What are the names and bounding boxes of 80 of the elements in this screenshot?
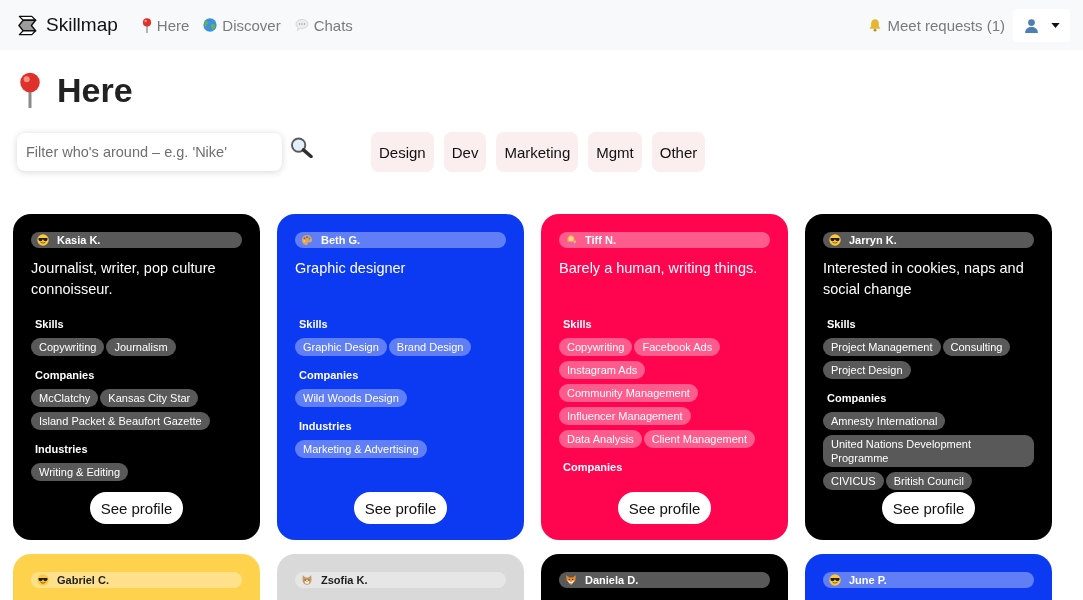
profile-bio: Journalist, writer, pop culture connoisseur.: [31, 259, 217, 299]
profile-tag: Consulting: [942, 338, 1011, 356]
profile-tag: United Nations Development Programme: [823, 435, 1034, 467]
logo-icon: [16, 13, 39, 37]
person-name: Zsofia K.: [321, 573, 368, 587]
profile-tag: British Council: [885, 472, 972, 490]
profile-tag: Facebook Ads: [634, 338, 721, 356]
nav-link[interactable]: Chats: [294, 16, 353, 34]
profile-tag: Amnesty International: [823, 412, 946, 430]
profile-tag: Copywriting: [31, 338, 105, 356]
person-name: Kasia K.: [57, 233, 101, 247]
section-label: Skills: [34, 317, 64, 331]
sunglasses-face-icon: [37, 574, 49, 586]
section-label: Companies: [562, 460, 623, 474]
profile-tag: Project Management: [823, 338, 941, 356]
section-label: Skills: [562, 317, 592, 331]
brand-link[interactable]: Skillmap: [16, 13, 118, 37]
section-label: Industries: [34, 442, 88, 456]
nav-link[interactable]: Discover: [203, 16, 281, 34]
profile-tag: Marketing & Advertising: [295, 440, 427, 458]
profile-tag: Influencer Management: [559, 407, 691, 425]
section-label: Companies: [826, 391, 887, 405]
woman-icon: [565, 234, 577, 246]
user-icon: [1023, 17, 1039, 33]
filter-chip[interactable]: Design: [371, 132, 434, 172]
search-field[interactable]: Filter who's around – e.g. 'Nike': [17, 133, 282, 171]
sunglasses-face-icon: [37, 234, 49, 246]
profile-tag: Project Design: [823, 361, 911, 379]
pin-icon: [141, 17, 152, 33]
section-label: Companies: [34, 368, 95, 382]
see-profile-button[interactable]: See profile: [881, 492, 976, 524]
user-menu-button[interactable]: [1013, 8, 1070, 42]
sunglasses-face-icon: [829, 234, 841, 246]
meet-requests-link[interactable]: Meet requests (1): [868, 16, 1005, 34]
search-icon[interactable]: [290, 136, 313, 158]
profile-tag: Kansas City Star: [100, 389, 199, 407]
profile-bio: Barely a human, writing things.: [559, 259, 759, 278]
pin-icon: [17, 72, 43, 108]
speech-bubble-icon: [294, 18, 309, 32]
caret-icon: [1050, 22, 1060, 28]
section-label: Skills: [826, 317, 856, 331]
profile-tag: McClatchy: [31, 389, 99, 407]
profile-tag: Brand Design: [388, 338, 472, 356]
cat-icon: [301, 574, 313, 586]
profile-bio: Graphic designer: [295, 259, 407, 278]
profile-tag: Copywriting: [559, 338, 633, 356]
see-profile-button[interactable]: See profile: [89, 492, 184, 524]
filter-chip[interactable]: Marketing: [496, 132, 579, 172]
section-label: Skills: [298, 317, 328, 331]
page-title: Here: [57, 70, 133, 110]
person-name: Gabriel C.: [57, 573, 109, 587]
profile-tag: Journalism: [106, 338, 176, 356]
person-name: Jarryn K.: [849, 233, 897, 247]
nav-link[interactable]: Here: [141, 16, 190, 34]
filter-chip[interactable]: Dev: [443, 132, 487, 172]
person-name: June P.: [849, 573, 887, 587]
section-label: Industries: [298, 419, 352, 433]
globe-icon: [203, 18, 218, 32]
profile-tag: Community Management: [559, 384, 698, 402]
profile-tag: Instagram Ads: [559, 361, 646, 379]
see-profile-button[interactable]: See profile: [353, 492, 448, 524]
profile-tag: Graphic Design: [295, 338, 387, 356]
person-name: Beth G.: [321, 233, 361, 247]
see-profile-button[interactable]: See profile: [617, 492, 712, 524]
filter-chip[interactable]: Other: [651, 132, 706, 172]
profile-bio: Interested in cookies, naps and social change: [823, 259, 1025, 299]
fox-icon: [565, 574, 577, 586]
filter-chip[interactable]: Mgmt: [588, 132, 642, 172]
profile-tag: Data Analysis: [559, 430, 642, 448]
profile-tag: Writing & Editing: [31, 463, 129, 481]
palette-icon: [301, 234, 313, 246]
section-label: Companies: [298, 368, 359, 382]
profile-tag: Island Packet & Beaufort Gazette: [31, 412, 210, 430]
profile-tag: Wild Woods Design: [295, 389, 407, 407]
person-name: Tiff N.: [585, 233, 616, 247]
bell-icon: [868, 18, 883, 32]
profile-tag: Client Management: [643, 430, 756, 448]
profile-tag: CIVICUS: [823, 472, 884, 490]
sunglasses-face-icon: [829, 574, 841, 586]
person-name: Daniela D.: [585, 573, 639, 587]
